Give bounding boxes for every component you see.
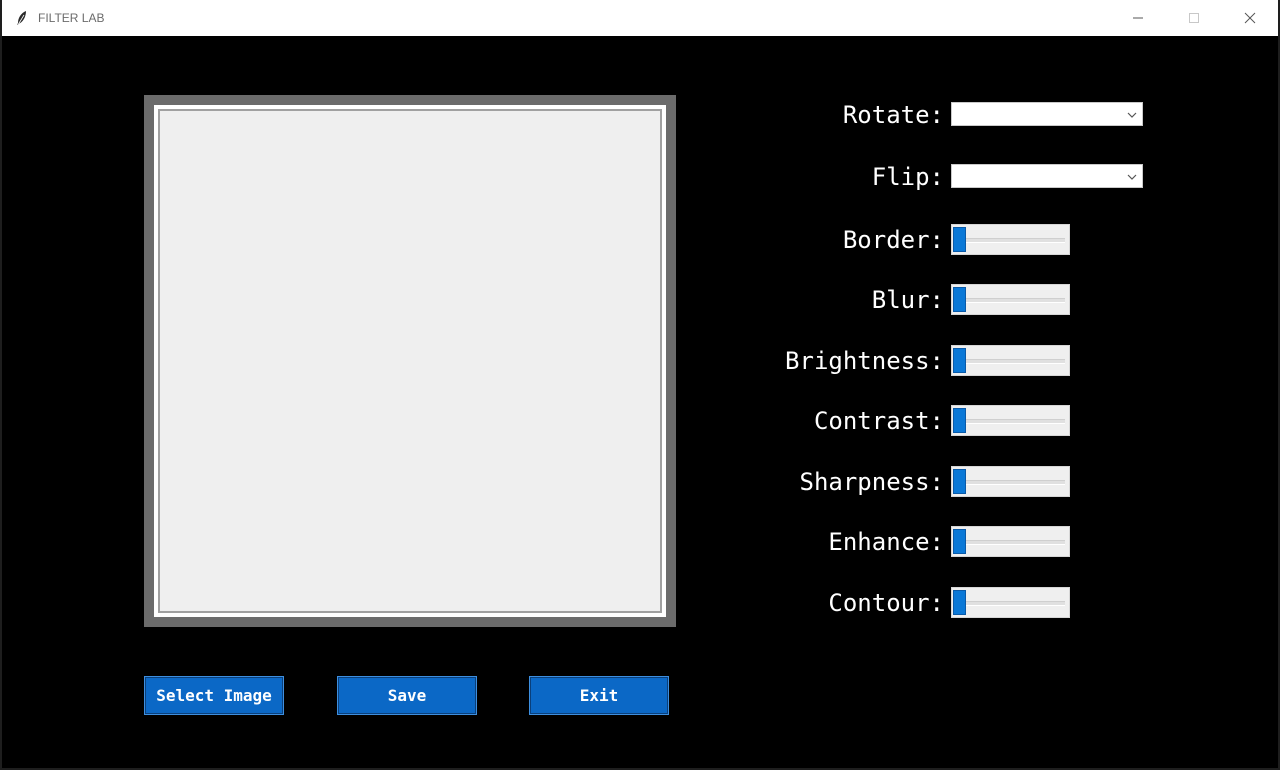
enhance-row: Enhance: [2,525,1278,559]
maximize-button[interactable] [1166,0,1222,36]
slider-thumb[interactable] [953,348,966,373]
enhance-label: Enhance: [828,528,944,556]
slider-track [956,359,1065,364]
border-row: Border: [2,223,1278,257]
slider-track [956,238,1065,243]
brightness-label: Brightness: [785,347,944,375]
slider-thumb[interactable] [953,529,966,554]
brightness-row: Brightness: [2,344,1278,378]
save-button[interactable]: Save [337,676,477,715]
minimize-icon [1133,17,1143,19]
contour-label: Contour: [828,589,944,617]
rotate-select[interactable] [951,102,1143,126]
slider-track [956,419,1065,424]
window-controls [1110,0,1278,36]
flip-row: Flip: [2,160,1278,194]
feather-icon [14,10,30,26]
slider-thumb[interactable] [953,408,966,433]
app-window: FILTER LAB Select Image Save Exit Rotate… [2,0,1278,768]
contrast-label: Contrast: [813,407,944,435]
contour-row: Contour: [2,586,1278,620]
slider-thumb[interactable] [953,227,966,252]
contrast-row: Contrast: [2,404,1278,438]
sharpness-row: Sharpness: [2,465,1278,499]
select-image-button[interactable]: Select Image [144,676,284,715]
exit-button[interactable]: Exit [529,676,669,715]
blur-row: Blur: [2,283,1278,317]
slider-thumb[interactable] [953,287,966,312]
slider-thumb[interactable] [953,469,966,494]
slider-track [956,540,1065,545]
minimize-button[interactable] [1110,0,1166,36]
chevron-down-icon [1127,112,1137,118]
rotate-label: Rotate: [842,101,944,129]
enhance-slider[interactable] [951,526,1070,557]
close-button[interactable] [1222,0,1278,36]
rotate-row: Rotate: [2,98,1278,132]
border-label: Border: [842,226,944,254]
slider-track [956,298,1065,303]
blur-label: Blur: [871,286,944,314]
flip-label: Flip: [871,163,944,191]
slider-track [956,480,1065,485]
flip-select[interactable] [951,164,1143,188]
close-icon [1244,12,1256,24]
sharpness-slider[interactable] [951,466,1070,497]
slider-track [956,601,1065,606]
maximize-icon [1189,13,1199,23]
chevron-down-icon [1127,174,1137,180]
title-bar: FILTER LAB [2,0,1278,36]
brightness-slider[interactable] [951,345,1070,376]
sharpness-label: Sharpness: [799,468,945,496]
contrast-slider[interactable] [951,405,1070,436]
blur-slider[interactable] [951,284,1070,315]
contour-slider[interactable] [951,587,1070,618]
border-slider[interactable] [951,224,1070,255]
window-title: FILTER LAB [38,11,105,25]
slider-thumb[interactable] [953,590,966,615]
